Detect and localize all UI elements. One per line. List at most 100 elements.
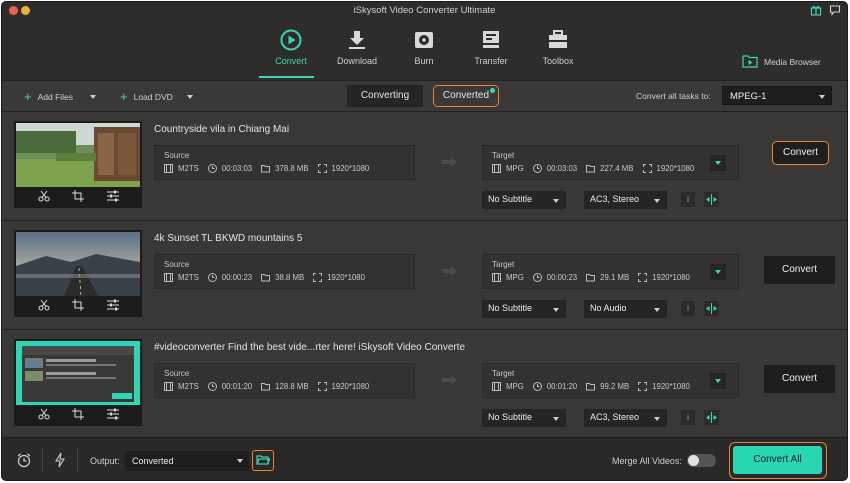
gift-icon[interactable] <box>810 4 822 16</box>
convert-button[interactable]: Convert <box>764 365 835 393</box>
info-button[interactable]: i <box>681 410 695 425</box>
nav-toolbox[interactable]: Toolbox <box>523 24 593 76</box>
video-thumbnail[interactable] <box>14 121 142 208</box>
title-bar: iSkysoft Video Converter Ultimate <box>2 2 847 20</box>
source-size: 378.8 MB <box>275 164 309 173</box>
target-format-dropdown[interactable] <box>710 373 726 389</box>
split-button[interactable] <box>704 301 719 316</box>
crop-icon[interactable] <box>72 408 84 420</box>
clock-icon <box>532 164 542 173</box>
chevron-down-icon <box>819 95 825 99</box>
chevron-down-icon <box>237 459 243 463</box>
load-dvd-button[interactable]: + Load DVD <box>120 90 193 104</box>
audio-select[interactable]: AC3, Stereo <box>584 409 667 427</box>
burn-icon <box>415 32 433 48</box>
add-files-label: Add Files <box>37 92 74 102</box>
audio-select[interactable]: AC3, Stereo <box>584 191 667 209</box>
info-button[interactable]: i <box>681 301 695 316</box>
video-thumbnail[interactable] <box>14 339 142 426</box>
alarm-clock-icon[interactable] <box>16 452 32 468</box>
split-button[interactable] <box>704 410 719 425</box>
audio-value: No Audio <box>590 303 627 313</box>
convert-button[interactable]: Convert <box>772 141 829 165</box>
output-folder-select[interactable]: Converted <box>125 451 249 471</box>
resolution-icon <box>638 273 648 282</box>
convert-all-button[interactable]: Convert All <box>733 446 822 474</box>
lightning-icon[interactable] <box>52 452 68 468</box>
subtitle-select[interactable]: No Subtitle <box>482 191 566 209</box>
divider <box>42 448 43 472</box>
thumbnail-image <box>16 123 140 187</box>
video-thumbnail[interactable] <box>14 230 142 317</box>
target-format: MPG <box>506 164 524 173</box>
target-size: 99.2 MB <box>600 382 630 391</box>
folder-icon <box>586 274 596 282</box>
nav-transfer[interactable]: Transfer <box>456 24 526 76</box>
target-format: MPG <box>506 382 524 391</box>
output-format-select[interactable]: MPEG-1 <box>722 86 832 105</box>
target-format-dropdown[interactable] <box>710 264 726 280</box>
add-files-button[interactable]: + Add Files <box>24 90 97 104</box>
folder-icon <box>586 383 596 391</box>
media-browser-icon <box>742 55 758 68</box>
source-duration: 00:00:23 <box>221 273 253 282</box>
effects-icon[interactable] <box>107 190 119 202</box>
source-duration: 00:01:20 <box>221 382 253 391</box>
source-info: Source M2TS 00:00:23 38.8 MB 1920*1080 <box>154 254 415 289</box>
info-button[interactable]: i <box>681 192 695 207</box>
effects-icon[interactable] <box>107 299 119 311</box>
info-icon: i <box>687 413 689 422</box>
clock-icon <box>532 382 542 391</box>
subtitle-select[interactable]: No Subtitle <box>482 300 566 318</box>
audio-value: AC3, Stereo <box>590 194 640 204</box>
nav-download[interactable]: Download <box>322 24 392 76</box>
toolbox-icon <box>549 30 567 48</box>
app-window: iSkysoft Video Converter Ultimate Conver… <box>1 1 848 481</box>
target-resolution: 1920*1080 <box>652 382 690 391</box>
trim-icon[interactable] <box>38 408 50 420</box>
folder-icon <box>261 274 271 282</box>
chat-icon[interactable] <box>829 4 841 16</box>
task-row: 4k Sunset TL BKWD mountains 5 Source M2T… <box>2 221 847 330</box>
notification-dot <box>490 88 495 93</box>
subtitle-select[interactable]: No Subtitle <box>482 409 566 427</box>
video-title: #videoconverter Find the best vide...rte… <box>154 342 466 353</box>
target-label: Target <box>492 369 515 378</box>
effects-icon[interactable] <box>107 408 119 420</box>
add-files-dropdown-icon[interactable] <box>90 95 97 99</box>
video-title: Countryside vila in Chiang Mai <box>154 124 290 135</box>
task-row: #videoconverter Find the best vide...rte… <box>2 330 847 439</box>
media-browser-label: Media Browser <box>764 57 821 67</box>
trim-icon[interactable] <box>38 299 50 311</box>
load-dvd-dropdown-icon[interactable] <box>186 95 193 99</box>
arrow-right-icon <box>442 266 457 276</box>
source-info: Source M2TS 00:03:03 378.8 MB 1920*1080 <box>154 145 415 180</box>
target-size: 227.4 MB <box>600 164 634 173</box>
tab-converted[interactable]: Converted <box>433 85 499 107</box>
audio-select[interactable]: No Audio <box>584 300 667 318</box>
tab-converting[interactable]: Converting <box>347 85 423 107</box>
resolution-icon <box>317 164 327 173</box>
merge-all-toggle[interactable] <box>687 454 716 467</box>
crop-icon[interactable] <box>72 190 84 202</box>
crop-icon[interactable] <box>72 299 84 311</box>
film-icon <box>492 164 501 173</box>
chevron-down-icon <box>654 308 660 312</box>
target-format-dropdown[interactable] <box>710 155 726 171</box>
nav-toolbox-label: Toolbox <box>542 56 574 66</box>
split-button[interactable] <box>704 192 719 207</box>
active-tab-indicator <box>259 76 314 78</box>
target-resolution: 1920*1080 <box>652 273 690 282</box>
open-folder-button[interactable] <box>252 450 274 471</box>
clock-icon <box>532 273 542 282</box>
output-label: Output: <box>90 456 120 466</box>
convert-all-highlight: Convert All <box>729 442 827 479</box>
split-icon <box>706 303 717 314</box>
convert-button[interactable]: Convert <box>764 256 835 284</box>
nav-burn[interactable]: Burn <box>389 24 459 76</box>
nav-convert[interactable]: Convert <box>256 24 326 76</box>
trim-icon[interactable] <box>38 190 50 202</box>
split-icon <box>706 412 717 423</box>
target-info: Target MPG 00:00:23 29.1 MB 1920*1080 <box>482 254 739 289</box>
folder-icon <box>586 165 596 173</box>
